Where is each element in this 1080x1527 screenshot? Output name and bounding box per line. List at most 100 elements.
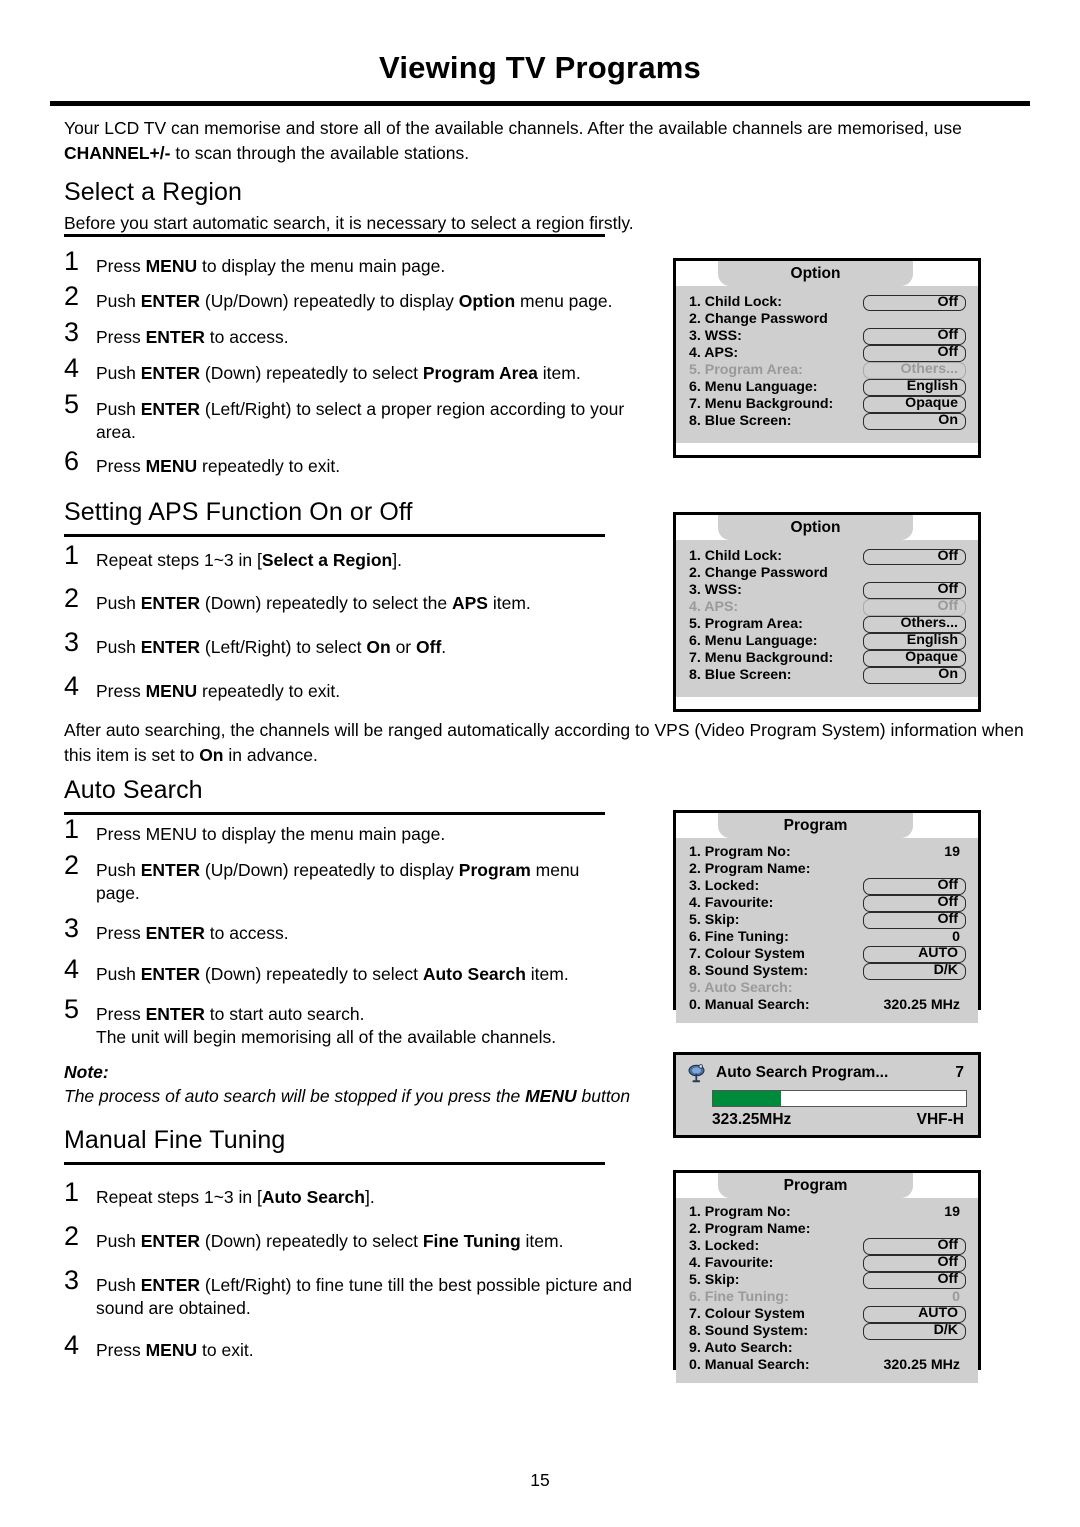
osd-row-value[interactable]: Off xyxy=(863,1238,966,1255)
osd-row-highlighted[interactable]: 5. Program Area: Others... xyxy=(686,361,968,379)
osd-row-value[interactable]: AUTO xyxy=(863,1306,966,1323)
osd-row[interactable]: 6. Menu Language: English xyxy=(686,378,968,396)
osd-row-label: 5. Program Area: xyxy=(689,361,803,378)
progress-title: Auto Search Program... xyxy=(716,1064,889,1081)
osd-row[interactable]: 5. Program Area: Others... xyxy=(686,616,968,633)
step-item: 3 Push ENTER (Left/Right) to select On o… xyxy=(64,629,654,659)
osd-row[interactable]: 8. Sound System: D/K xyxy=(686,962,968,980)
step-text: Push ENTER (Down) repeatedly to select F… xyxy=(96,1231,564,1251)
osd-row[interactable]: 1. Child Lock: Off xyxy=(686,294,968,311)
osd-row[interactable]: 3. WSS: Off xyxy=(686,581,968,599)
osd-row-highlighted[interactable]: 6. Fine Tuning: 0 xyxy=(686,1288,968,1306)
osd-row-value[interactable]: Off xyxy=(863,1272,966,1289)
osd-row[interactable]: 2. Program Name: xyxy=(686,861,968,878)
osd-row-value[interactable]: Off xyxy=(863,582,966,599)
step-item: 4 Press MENU to exit. xyxy=(64,1332,654,1362)
osd-row[interactable]: 3. WSS: Off xyxy=(686,328,968,345)
osd-row[interactable]: 8. Blue Screen: On xyxy=(686,666,968,684)
osd-row[interactable]: 8. Blue Screen: On xyxy=(686,413,968,430)
osd-row-label: 8. Sound System: xyxy=(689,962,809,979)
osd-row-value[interactable]: Off xyxy=(863,878,966,895)
osd-row-label: 6. Fine Tuning: xyxy=(689,1288,789,1305)
osd-row[interactable]: 0. Manual Search: 320.25 MHz xyxy=(686,997,968,1014)
step-text: Push ENTER (Left/Right) to fine tune til… xyxy=(96,1275,632,1318)
osd-row[interactable]: 8. Sound System: D/K xyxy=(686,1322,968,1340)
osd-row-label: 8. Sound System: xyxy=(689,1322,809,1339)
osd-row-label: 7. Menu Background: xyxy=(689,649,834,666)
osd-row-value[interactable]: Off xyxy=(863,912,966,929)
step-number: 2 xyxy=(64,281,80,311)
osd-row-value[interactable]: English xyxy=(863,379,966,396)
osd-row[interactable]: 6. Fine Tuning: 0 xyxy=(686,929,968,946)
step-item: 2 Push ENTER (Up/Down) repeatedly to dis… xyxy=(64,852,604,905)
osd-title: Program xyxy=(718,813,913,838)
step-item: 3 Press ENTER to access. xyxy=(64,915,654,945)
osd-row[interactable]: 7. Colour System AUTO xyxy=(686,946,968,963)
satellite-dish-icon xyxy=(686,1063,708,1085)
step-number: 4 xyxy=(64,671,80,701)
osd-row[interactable]: 5. Skip: Off xyxy=(686,912,968,929)
osd-tab-bar: Program xyxy=(676,813,978,838)
osd-row-label: 4. APS: xyxy=(689,598,739,615)
osd-row[interactable]: 3. Locked: Off xyxy=(686,878,968,895)
osd-row-value[interactable]: Off xyxy=(863,328,966,345)
osd-row-value[interactable]: D/K xyxy=(863,963,966,980)
note-label: Note: xyxy=(64,1062,109,1082)
osd-row-highlighted[interactable]: 4. APS: Off xyxy=(686,598,968,616)
osd-row-value[interactable]: Off xyxy=(863,599,966,616)
osd-row[interactable]: 1. Program No: 19 xyxy=(686,1204,968,1221)
osd-row-value[interactable]: Off xyxy=(863,895,966,912)
osd-option-menu-2: Option 1. Child Lock: Off 2. Change Passw… xyxy=(673,512,981,712)
osd-tab-bar: Option xyxy=(676,261,978,286)
osd-row-value[interactable]: Off xyxy=(863,345,966,362)
title-rule xyxy=(50,101,1030,106)
osd-row-value[interactable]: Others... xyxy=(863,362,966,379)
osd-row-label: 3. WSS: xyxy=(689,581,742,598)
osd-row-highlighted[interactable]: 9. Auto Search: xyxy=(686,980,968,997)
osd-row[interactable]: 0. Manual Search: 320.25 MHz xyxy=(686,1357,968,1374)
step-number: 1 xyxy=(64,540,80,570)
osd-row[interactable]: 2. Change Password xyxy=(686,311,968,328)
osd-row[interactable]: 4. Favourite: Off xyxy=(686,895,968,912)
osd-row-value[interactable]: On xyxy=(863,413,966,430)
step-number: 5 xyxy=(64,994,80,1024)
osd-row-label: 1. Program No: xyxy=(689,844,791,860)
osd-row-value[interactable]: D/K xyxy=(863,1323,966,1340)
osd-row[interactable]: 7. Colour System AUTO xyxy=(686,1306,968,1323)
step-text: Repeat steps 1~3 in [Auto Search]. xyxy=(96,1187,375,1207)
step-text: Press MENU repeatedly to exit. xyxy=(96,681,341,701)
osd-row-value[interactable]: Others... xyxy=(863,616,966,633)
osd-row-label: 6. Menu Language: xyxy=(689,378,818,395)
osd-row-value[interactable]: On xyxy=(863,667,966,684)
osd-row[interactable]: 9. Auto Search: xyxy=(686,1340,968,1357)
osd-row-label: 8. Blue Screen: xyxy=(689,666,792,683)
osd-row-value[interactable]: Off xyxy=(863,1255,966,1272)
osd-row-value[interactable]: Off xyxy=(863,294,966,311)
osd-rows: 1. Program No: 19 2. Program Name: 3. Loc… xyxy=(676,838,978,1023)
step-item: 5 Push ENTER (Left/Right) to select a pr… xyxy=(64,391,654,444)
osd-row[interactable]: 5. Skip: Off xyxy=(686,1272,968,1289)
osd-row-label: 4. APS: xyxy=(689,344,739,361)
osd-row[interactable]: 2. Change Password xyxy=(686,565,968,582)
step-text: Push ENTER (Up/Down) repeatedly to displ… xyxy=(96,291,613,311)
osd-row[interactable]: 3. Locked: Off xyxy=(686,1238,968,1255)
step-item: 2 Push ENTER (Up/Down) repeatedly to dis… xyxy=(64,283,664,313)
osd-row-value[interactable]: Opaque xyxy=(863,396,966,413)
osd-row-value[interactable]: Opaque xyxy=(863,650,966,667)
osd-row[interactable]: 4. Favourite: Off xyxy=(686,1255,968,1272)
osd-row[interactable]: 4. APS: Off xyxy=(686,344,968,362)
osd-row-value[interactable]: English xyxy=(863,633,966,650)
osd-row-value[interactable]: AUTO xyxy=(863,946,966,963)
osd-row[interactable]: 1. Child Lock: Off xyxy=(686,548,968,565)
osd-row-value[interactable]: Off xyxy=(863,548,966,565)
step-item: 3 Push ENTER (Left/Right) to fine tune t… xyxy=(64,1267,654,1320)
osd-tab-bar: Option xyxy=(676,515,978,540)
osd-row[interactable]: 7. Menu Background: Opaque xyxy=(686,649,968,667)
osd-row[interactable]: 1. Program No: 19 xyxy=(686,844,968,861)
step-text: Push ENTER (Left/Right) to select a prop… xyxy=(96,399,625,442)
osd-row[interactable]: 2. Program Name: xyxy=(686,1221,968,1238)
step-number: 3 xyxy=(64,627,80,657)
osd-row-label: 6. Menu Language: xyxy=(689,632,818,649)
osd-row[interactable]: 6. Menu Language: English xyxy=(686,632,968,650)
osd-row[interactable]: 7. Menu Background: Opaque xyxy=(686,396,968,413)
